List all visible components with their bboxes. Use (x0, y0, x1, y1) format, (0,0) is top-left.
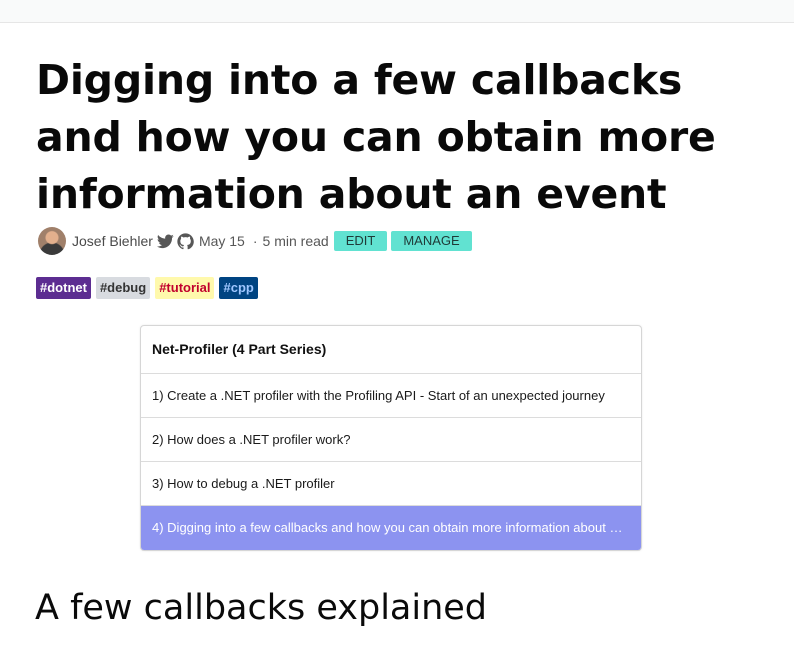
author-avatar[interactable] (38, 227, 66, 255)
series-item-4-current[interactable]: 4) Digging into a few callbacks and how … (141, 506, 641, 550)
top-bar (0, 0, 794, 23)
publish-date: May 15 (198, 233, 245, 249)
series-box: Net-Profiler (4 Part Series) 1) Create a… (140, 325, 642, 551)
twitter-icon[interactable] (156, 233, 174, 249)
read-time: 5 min read (262, 233, 329, 249)
tag-dotnet[interactable]: #dotnet (36, 277, 91, 299)
series-item-3[interactable]: 3) How to debug a .NET profiler (141, 462, 641, 506)
author-name[interactable]: Josef Biehler (72, 233, 153, 249)
tag-tutorial[interactable]: #tutorial (155, 277, 215, 299)
tag-debug[interactable]: #debug (95, 277, 151, 299)
edit-button[interactable]: EDIT (333, 231, 388, 251)
github-icon[interactable] (177, 232, 194, 250)
series-item-2[interactable]: 2) How does a .NET profiler work? (141, 418, 641, 462)
manage-button[interactable]: MANAGE (391, 231, 472, 251)
article-meta: Josef Biehler May 15 · 5 min read EDIT M… (38, 227, 476, 255)
series-item-1[interactable]: 1) Create a .NET profiler with the Profi… (141, 374, 641, 418)
tag-cpp[interactable]: #cpp (219, 277, 258, 299)
tag-list: #dotnet #debug #tutorial #cpp (36, 277, 263, 299)
section-heading: A few callbacks explained (35, 588, 488, 628)
series-title: Net-Profiler (4 Part Series) (141, 326, 641, 374)
meta-separator: · (252, 233, 258, 249)
article-title: Digging into a few callbacks and how you… (36, 56, 716, 218)
